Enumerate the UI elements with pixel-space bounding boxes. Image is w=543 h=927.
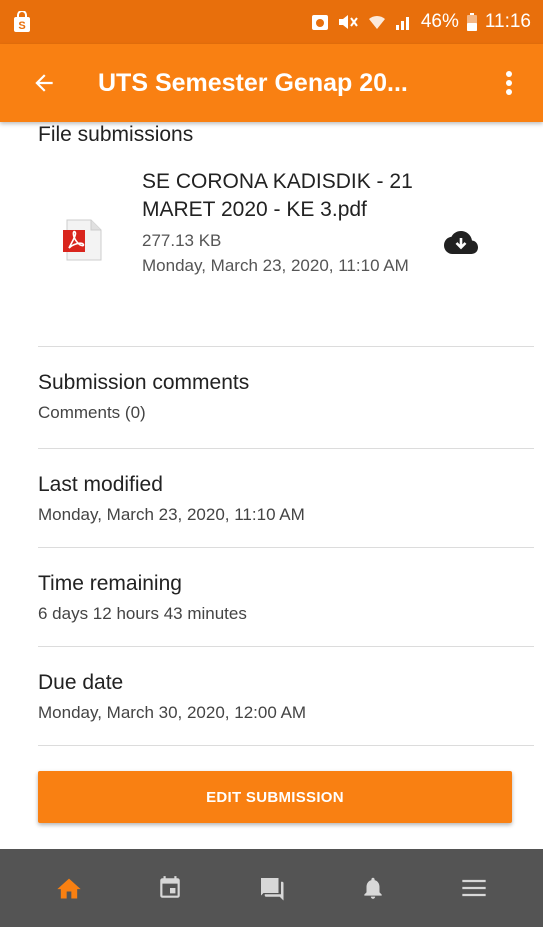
app-bar: UTS Semester Genap 20...	[0, 44, 543, 122]
status-indicators: 46% 11:16	[311, 11, 531, 33]
divider	[38, 745, 534, 746]
status-bar: S 46% 11:16	[0, 0, 543, 44]
home-icon	[57, 878, 81, 899]
pdf-file-icon	[63, 216, 105, 264]
time-remaining-value: 6 days 12 hours 43 minutes	[38, 604, 247, 623]
file-info: SE CORONA KADISDIK - 21 MARET 2020 - KE …	[142, 168, 432, 278]
last-modified: Last modified Monday, March 23, 2020, 11…	[38, 473, 518, 525]
time-remaining: Time remaining 6 days 12 hours 43 minute…	[38, 572, 518, 624]
notifications-icon	[364, 877, 382, 899]
file-size: 277.13 KB	[142, 231, 222, 250]
wifi-icon	[367, 13, 387, 31]
page-title: UTS Semester Genap 20...	[98, 68, 408, 97]
messages-icon	[261, 878, 284, 901]
battery-icon	[466, 13, 477, 31]
signal-icon	[395, 13, 413, 31]
nav-messages[interactable]	[241, 858, 301, 918]
more-options-button[interactable]	[497, 63, 521, 103]
time-remaining-label: Time remaining	[38, 572, 182, 595]
due-date: Due date Monday, March 30, 2020, 12:00 A…	[38, 671, 518, 723]
nav-menu[interactable]	[444, 858, 504, 918]
more-vert-icon	[506, 71, 512, 95]
menu-icon	[462, 879, 486, 897]
alarm-icon	[311, 13, 329, 31]
bottom-navigation	[0, 849, 543, 927]
svg-text:S: S	[18, 20, 25, 32]
divider	[38, 346, 534, 347]
last-modified-label: Last modified	[38, 473, 163, 496]
divider	[38, 646, 534, 647]
download-button[interactable]	[440, 222, 482, 264]
mute-icon	[337, 13, 359, 31]
divider	[38, 448, 534, 449]
divider	[38, 547, 534, 548]
due-date-value: Monday, March 30, 2020, 12:00 AM	[38, 703, 307, 722]
cloud-download-icon	[444, 231, 478, 254]
clock: 11:16	[484, 11, 531, 32]
last-modified-value: Monday, March 23, 2020, 11:10 AM	[38, 505, 305, 524]
submission-comments-label: Submission comments	[38, 371, 250, 394]
battery-percent: 46%	[420, 11, 459, 32]
nav-calendar[interactable]	[140, 858, 200, 918]
nav-notifications[interactable]	[343, 858, 403, 918]
calendar-icon	[160, 876, 180, 898]
file-name[interactable]: SE CORONA KADISDIK - 21 MARET 2020 - KE …	[142, 168, 432, 224]
nav-home[interactable]	[39, 858, 99, 918]
shop-notification-icon: S	[12, 8, 40, 36]
back-button[interactable]	[24, 44, 64, 122]
file-date: Monday, March 23, 2020, 11:10 AM	[142, 256, 409, 275]
submission-comments: Submission comments Comments (0)	[38, 371, 518, 423]
comments-link[interactable]: Comments (0)	[38, 403, 518, 423]
edit-submission-button[interactable]: EDIT SUBMISSION	[38, 771, 512, 823]
file-item[interactable]: SE CORONA KADISDIK - 21 MARET 2020 - KE …	[38, 168, 498, 318]
file-submissions-heading: File submissions	[38, 123, 194, 146]
back-arrow-icon	[35, 74, 53, 92]
due-date-label: Due date	[38, 671, 124, 694]
